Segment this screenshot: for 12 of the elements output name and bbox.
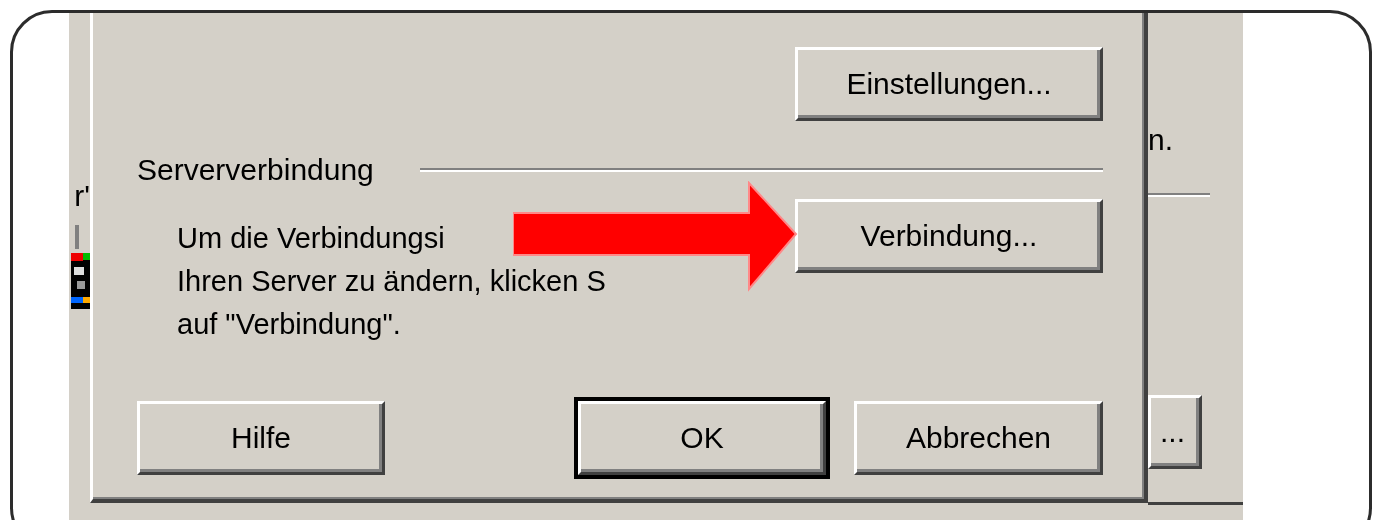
partial-text: r' (74, 181, 90, 211)
settings-button[interactable]: Einstellungen... (795, 47, 1103, 121)
app-icon (71, 225, 90, 309)
description-text: Ihren Server zu ändern, klicken S (177, 264, 606, 299)
cancel-button[interactable]: Abbrechen (854, 401, 1103, 475)
help-button[interactable]: Hilfe (137, 401, 385, 475)
partial-button[interactable]: ... (1148, 395, 1202, 469)
connection-button[interactable]: Verbindung... (795, 199, 1103, 273)
description-text: auf "Verbindung". (177, 307, 402, 342)
partial-text: n. (1148, 125, 1175, 155)
section-title: Serververbindung (137, 153, 374, 187)
description-text: Um die Verbindungsi (177, 221, 446, 256)
